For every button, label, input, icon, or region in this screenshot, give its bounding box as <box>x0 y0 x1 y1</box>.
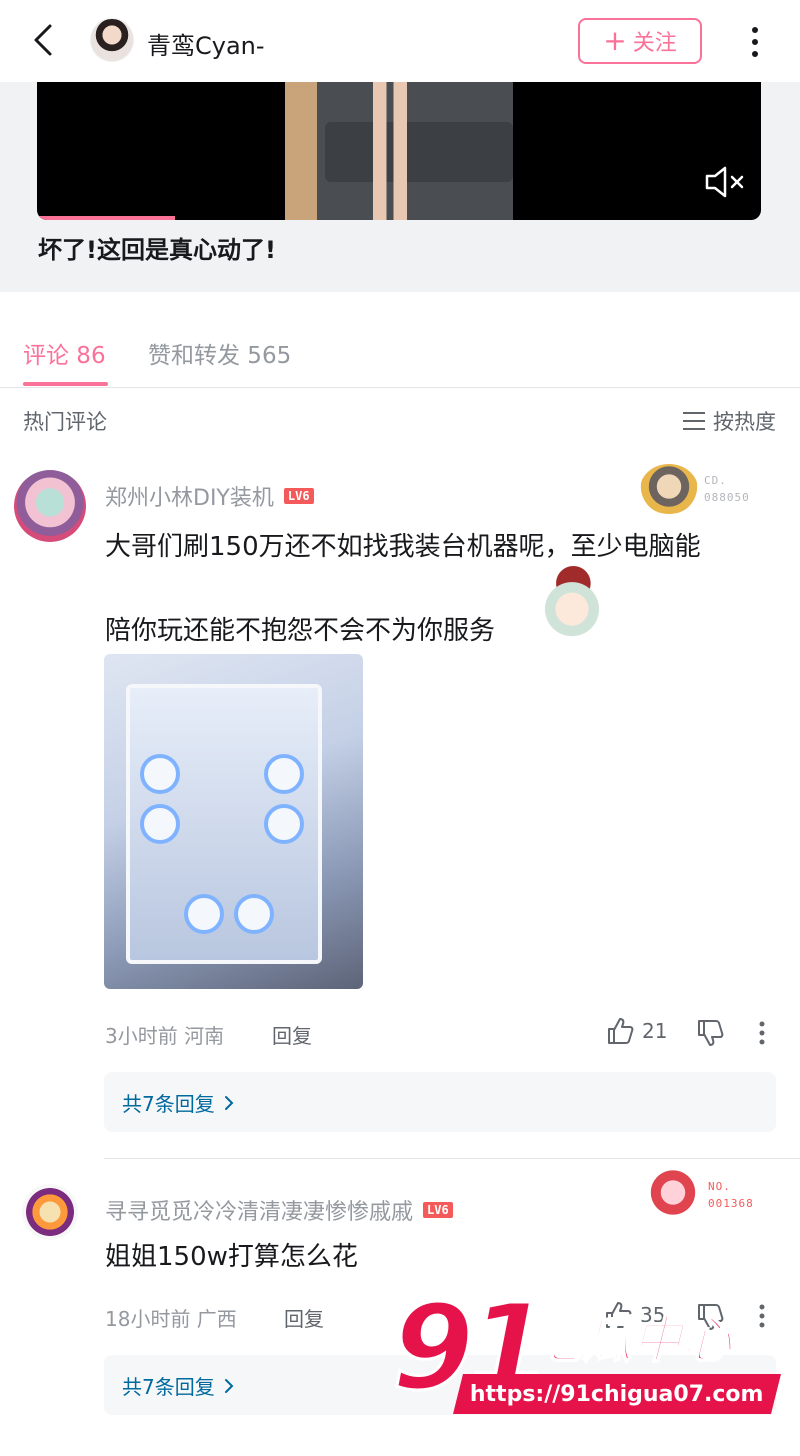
commenter-name-text: 郑州小林DIY装机 <box>105 486 274 511</box>
level-badge: LV6 <box>283 488 314 504</box>
fan-badge-prefix: NO. <box>708 1180 731 1193</box>
fan-badge-prefix: CD. <box>704 474 727 487</box>
fan-badge-text: CD. 088050 <box>704 472 750 506</box>
mute-icon[interactable] <box>703 164 747 200</box>
comment-more-icon[interactable] <box>758 1020 766 1046</box>
follow-label: 关注 <box>632 31 677 56</box>
plus-icon: + <box>603 24 627 57</box>
watermark-brand: 吃瓜中心 <box>531 1310 733 1370</box>
fan-badge-number: 088050 <box>704 491 750 504</box>
top-bar: 青鸾Cyan- + 关注 <box>0 0 800 82</box>
author-name[interactable]: 青鸾Cyan- <box>147 26 265 61</box>
comment-tabs: 评论 86 赞和转发 565 <box>0 292 800 388</box>
active-tab-indicator <box>23 382 108 386</box>
author-avatar[interactable] <box>90 18 134 62</box>
comment-meta: 18小时前 广西 <box>105 1307 237 1331</box>
video-player[interactable] <box>37 82 761 220</box>
comment-text-line2: 陪你玩还能不抱怨不会不为你服务 <box>105 616 496 646</box>
replies-box[interactable]: 共7条回复 <box>104 1072 776 1132</box>
watermark-url-banner: https://91chigua07.com <box>453 1374 781 1414</box>
comment-text: 大哥们刷150万还不如找我装台机器呢，至少电脑能 <box>105 532 701 562</box>
fan-badge[interactable]: CD. 088050 <box>640 464 750 514</box>
thumbs-down-icon[interactable] <box>696 1018 724 1048</box>
sort-label: 按热度 <box>713 410 776 434</box>
fan-badge[interactable]: NO. 001368 <box>644 1170 754 1220</box>
sort-icon <box>683 412 705 430</box>
thumbs-up-icon <box>608 1018 634 1044</box>
fan-badge-image <box>640 464 698 514</box>
video-frame <box>285 82 513 220</box>
emoji-sticker <box>538 562 606 638</box>
more-options-icon[interactable] <box>744 22 766 62</box>
view-replies-link[interactable]: 共7条回复 <box>122 1371 235 1400</box>
comment-divider <box>104 1158 800 1159</box>
fan-light <box>140 804 180 844</box>
comment-text: 姐姐150w打算怎么花 <box>105 1242 358 1272</box>
commenter-name[interactable]: 郑州小林DIY装机 LV6 <box>105 480 314 512</box>
fan-light <box>184 894 224 934</box>
video-scene-figure <box>373 82 407 220</box>
commenter-name[interactable]: 寻寻觅觅冷冷清清凄凄惨惨戚戚 LV6 <box>105 1194 453 1226</box>
video-scene-sofa <box>325 122 513 182</box>
fan-light <box>140 754 180 794</box>
like-button[interactable]: 21 <box>606 1016 667 1046</box>
reply-button[interactable]: 回复 <box>272 1020 312 1049</box>
fan-badge-number: 001368 <box>708 1197 754 1210</box>
like-count: 21 <box>642 1019 668 1043</box>
comment-meta: 3小时前 河南 <box>105 1024 225 1048</box>
commenter-name-text: 寻寻觅觅冷冷清清凄凄惨惨戚戚 <box>105 1200 414 1225</box>
watermark: 91 吃瓜中心 https://91chigua07.com <box>390 1277 792 1428</box>
chevron-right-icon <box>224 1095 234 1110</box>
hot-comments-heading: 热门评论 <box>23 410 107 434</box>
chevron-right-icon <box>224 1378 234 1393</box>
sort-button[interactable]: 按热度 <box>683 406 776 436</box>
commenter-avatar[interactable] <box>14 470 86 542</box>
view-replies-link[interactable]: 共7条回复 <box>122 1088 235 1117</box>
reply-button[interactable]: 回复 <box>284 1303 324 1332</box>
fan-badge-image <box>644 1170 702 1220</box>
level-badge: LV6 <box>423 1202 453 1218</box>
video-title[interactable]: 坏了!这回是真心动了! <box>38 230 276 265</box>
fan-light <box>234 894 274 934</box>
fan-badge-text: NO. 001368 <box>708 1178 754 1212</box>
fan-light <box>264 754 304 794</box>
tab-comments[interactable]: 评论 86 <box>23 336 106 370</box>
back-icon[interactable] <box>28 20 62 60</box>
replies-count-label: 共7条回复 <box>122 1375 215 1399</box>
video-progress-bar[interactable] <box>37 216 175 220</box>
tab-likes-reposts[interactable]: 赞和转发 565 <box>148 336 291 370</box>
fan-light <box>264 804 304 844</box>
comment-image[interactable] <box>104 654 363 989</box>
video-card[interactable]: 坏了!这回是真心动了! <box>0 82 800 292</box>
replies-count-label: 共7条回复 <box>122 1092 215 1116</box>
follow-button[interactable]: + 关注 <box>578 18 702 64</box>
watermark-url: https://91chigua07.com <box>470 1381 764 1407</box>
commenter-avatar[interactable] <box>22 1184 78 1240</box>
